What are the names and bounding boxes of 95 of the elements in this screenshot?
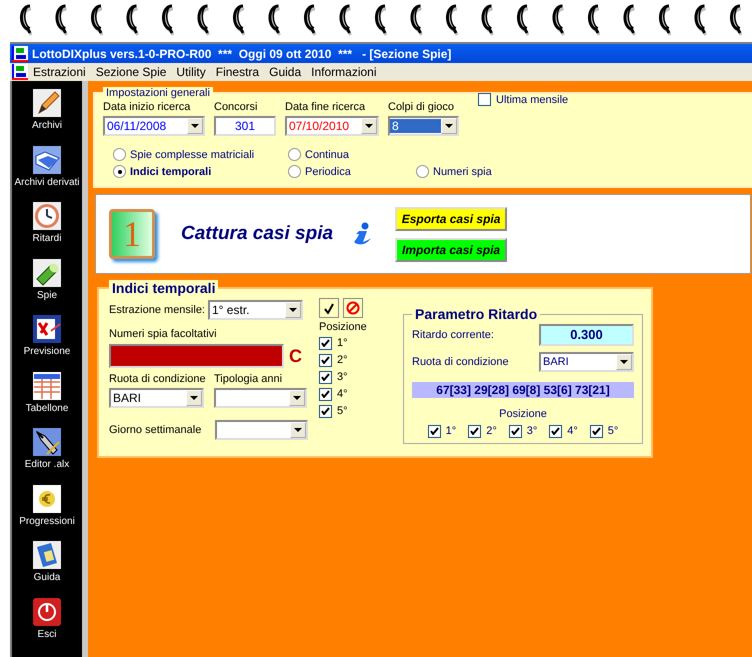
pen-nib-icon[interactable] [33, 428, 61, 456]
checkbox-label: 4° [337, 388, 348, 400]
prohibited-icon [346, 301, 360, 315]
pencil-icon[interactable] [33, 89, 61, 117]
menu-item[interactable]: Estrazioni [28, 65, 91, 79]
checkbox[interactable] [319, 370, 332, 384]
sidebar-label[interactable]: Ritardi [32, 233, 62, 244]
action-button[interactable]: Importa casi spia [395, 238, 508, 262]
checkbox-label: 2° [486, 425, 497, 437]
field-label: Colpi di gioco [388, 101, 456, 113]
field-label: Numeri spia facoltativi [109, 328, 218, 340]
checkbox-label: 5° [337, 405, 348, 417]
checkbox[interactable] [428, 424, 441, 438]
field-label: Data inizio ricerca [103, 101, 192, 113]
menu-item[interactable]: Utility [171, 65, 211, 79]
power-icon[interactable] [33, 598, 61, 626]
field-label: Ruota di condizione [109, 373, 204, 385]
app-logo-icon [12, 46, 28, 62]
menu-item[interactable]: Sezione Spie [90, 65, 172, 79]
field-label: Ritardo corrente: [412, 329, 494, 341]
checkbox[interactable] [549, 424, 562, 438]
date-dropdown[interactable]: 07/10/2010 [285, 116, 379, 136]
checkmark-icon [324, 302, 334, 314]
section-title: Cattura casi spia [181, 223, 334, 245]
field-label: Estrazione mensile: [109, 304, 205, 316]
radio-label: Spie complesse matriciali [130, 148, 254, 160]
flashlight-icon[interactable] [33, 258, 61, 286]
radio-button[interactable] [113, 148, 126, 161]
field-label: Concorsi [214, 101, 258, 113]
dropdown[interactable]: BARI [109, 388, 204, 408]
date-dropdown[interactable]: 06/11/2008 [103, 116, 205, 136]
value-field[interactable]: 0.300 [539, 324, 634, 346]
radio-label: Indici temporali [130, 166, 212, 178]
menu-item[interactable]: Guida [264, 65, 306, 79]
clear-button[interactable]: C [287, 346, 304, 366]
checkbox-label: 4° [567, 425, 578, 437]
clock-icon[interactable] [33, 202, 61, 230]
checkbox-label: 1° [337, 337, 348, 349]
group-label: Posizione [319, 321, 368, 333]
window-title: LottoDIXplus vers.1-0-PRO-R00 *** Oggi 09 ott 2010 *** - [Sezione Spie] [32, 46, 452, 60]
radio-button[interactable] [288, 165, 301, 178]
sidebar-label[interactable]: Archivi [32, 120, 62, 131]
field-label: Tipologia anni [214, 373, 284, 385]
checkbox[interactable] [319, 354, 332, 366]
clear-all-button[interactable] [343, 298, 363, 318]
numbers-strip: 67[33] 29[28] 69[8] 53[6] 73[21] [412, 382, 634, 398]
check-all-button[interactable] [319, 298, 339, 318]
app-logo-icon[interactable] [12, 64, 28, 80]
input-field[interactable] [109, 344, 284, 368]
euro-icon[interactable] [33, 484, 61, 512]
checkbox-label: Ultima mensile [496, 94, 568, 106]
checkbox[interactable] [508, 424, 522, 438]
sidebar-label[interactable]: Editor .alx [24, 459, 70, 470]
checkbox[interactable] [319, 388, 332, 400]
sidebar-label[interactable]: Spie [36, 290, 57, 300]
checkbox-label: 5° [608, 425, 618, 437]
dropdown[interactable]: 1° estr. [208, 300, 303, 320]
checkbox[interactable] [478, 93, 491, 106]
field-label: Data fine ricerca [285, 101, 366, 113]
date-dropdown[interactable]: 8 [388, 116, 459, 136]
checkbox[interactable] [319, 336, 332, 350]
checkbox-label: 1° [446, 425, 456, 437]
sidebar-label[interactable]: Esci [38, 628, 56, 640]
dropdown[interactable]: BARI [539, 352, 634, 372]
checkbox-label: 3° [526, 425, 538, 437]
menu-item[interactable]: Informazioni [306, 65, 382, 79]
panel-title: Impostazioni generali [103, 87, 213, 99]
calendar-icon[interactable] [33, 372, 61, 400]
checkbox[interactable] [319, 404, 332, 418]
checkbox[interactable] [590, 424, 603, 438]
number-field[interactable]: 301 [214, 116, 276, 136]
checkbox-label: 3° [337, 371, 348, 383]
folder-icon[interactable] [33, 146, 61, 174]
sidebar-label[interactable]: Previsione [24, 346, 70, 357]
sidebar-label[interactable]: Tabellone [26, 402, 68, 414]
radio-label: Continua [305, 148, 350, 160]
radio-button[interactable] [416, 165, 429, 178]
book-icon[interactable] [33, 541, 61, 569]
sidebar-label[interactable]: Guida [34, 572, 60, 583]
panel-title: Indici temporali [109, 280, 218, 296]
radio-button[interactable] [113, 165, 126, 178]
sidebar-label[interactable]: Progressioni [19, 516, 75, 526]
checkbox[interactable] [468, 424, 482, 438]
field-label: Ruota di condizione [412, 356, 509, 368]
field-label: Giorno settimanale [109, 424, 202, 436]
number-tile: 1 [109, 209, 155, 259]
checkbox-label: 2° [337, 354, 348, 366]
board-icon[interactable] [33, 315, 61, 343]
radio-label: Periodica [305, 166, 351, 178]
sidebar-label[interactable]: Archivi derivati [14, 176, 80, 188]
radio-button[interactable] [288, 148, 301, 161]
menu-item[interactable]: Finestra [210, 65, 264, 79]
radio-label: Numeri spia [433, 166, 492, 178]
group-label: Posizione [498, 408, 548, 420]
action-button[interactable]: Esporta casi spia [395, 206, 508, 230]
